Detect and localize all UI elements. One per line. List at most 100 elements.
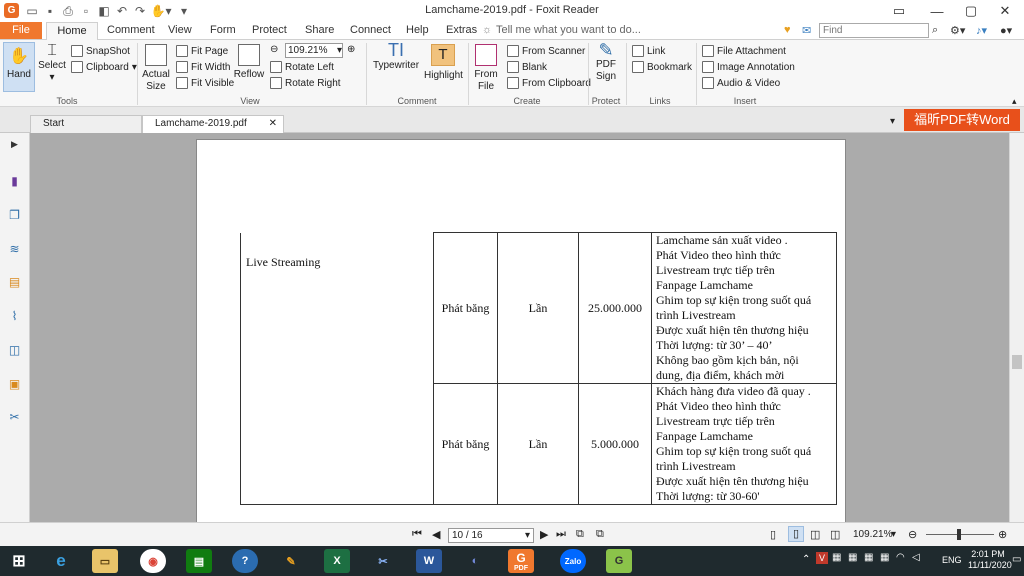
tray-icon[interactable]: ▦ bbox=[848, 552, 857, 563]
document-viewport[interactable]: Live Streaming Phát băng Lần 25.000.000 … bbox=[31, 133, 1009, 522]
zoom-in-icon[interactable]: ⊕ bbox=[998, 528, 1007, 541]
fit-visible-button[interactable]: Fit Visible bbox=[176, 77, 234, 89]
hand-tool-icon[interactable]: ✋▾ bbox=[150, 3, 172, 19]
comments-icon[interactable]: ▤ bbox=[7, 274, 22, 289]
gear-icon[interactable]: ⚙▾ bbox=[950, 24, 965, 37]
tray-icon[interactable]: ▦ bbox=[880, 552, 889, 563]
rotate-left-button[interactable]: Rotate Left bbox=[270, 61, 334, 73]
pdf-sign-button[interactable]: ✎ PDF Sign bbox=[592, 41, 620, 83]
redo-icon[interactable]: ↷ bbox=[132, 3, 148, 19]
print-icon[interactable]: ⎙ bbox=[60, 3, 76, 19]
link-button[interactable]: Link bbox=[632, 45, 665, 57]
typewriter-button[interactable]: TI Typewriter bbox=[372, 41, 420, 72]
app-icon[interactable]: G bbox=[606, 549, 632, 573]
paint-icon[interactable]: ✎ bbox=[278, 549, 304, 573]
highlight-button[interactable]: T Highlight bbox=[424, 44, 463, 82]
find-input[interactable]: Find bbox=[819, 23, 929, 38]
heart-icon[interactable]: ♥ bbox=[784, 24, 791, 36]
tab-comment[interactable]: Comment bbox=[107, 24, 155, 36]
select-button[interactable]: ⌶ Select ▾ bbox=[38, 43, 66, 84]
store-icon[interactable]: ▤ bbox=[186, 549, 212, 573]
attachments-icon[interactable]: ⌇ bbox=[7, 308, 22, 323]
continuous-page-icon[interactable]: ▯ bbox=[788, 526, 804, 542]
search-icon[interactable]: ⌕ bbox=[932, 24, 938, 37]
tray-icon[interactable]: ▦ bbox=[864, 552, 873, 563]
hand-button[interactable]: ✋ Hand bbox=[3, 42, 35, 92]
next-page-icon[interactable]: ▶ bbox=[540, 528, 548, 541]
customize-icon[interactable]: ▾ bbox=[176, 3, 192, 19]
tray-icon[interactable]: ▦ bbox=[832, 552, 841, 563]
tab-start[interactable]: Start bbox=[30, 115, 142, 133]
signatures-icon[interactable]: ◫ bbox=[7, 342, 22, 357]
language-indicator[interactable]: ENG bbox=[942, 555, 962, 565]
tab-help[interactable]: Help bbox=[406, 24, 429, 36]
foxit-logo-icon[interactable]: G bbox=[4, 3, 19, 18]
last-page-icon[interactable]: ⏭ bbox=[556, 528, 566, 541]
convert-to-word-button[interactable]: 福昕PDF转Word bbox=[904, 109, 1020, 131]
zoom-in-icon[interactable]: ⊕ bbox=[347, 44, 355, 55]
from-scanner-button[interactable]: From Scanner bbox=[507, 45, 585, 57]
actual-size-button[interactable]: Actual Size bbox=[141, 44, 171, 93]
user-icon[interactable]: ●▾ bbox=[1000, 24, 1012, 37]
vertical-scrollbar[interactable] bbox=[1009, 133, 1024, 522]
fit-width-button[interactable]: Fit Width bbox=[176, 61, 230, 73]
pdf-icon[interactable]: ◧ bbox=[96, 3, 112, 19]
rotate-right-button[interactable]: Rotate Right bbox=[270, 77, 341, 89]
tab-view[interactable]: View bbox=[168, 24, 192, 36]
ribbon-toggle-icon[interactable]: ▭ bbox=[888, 0, 910, 22]
page-number-input[interactable]: 10 / 16 ▾ bbox=[448, 528, 534, 543]
undo-icon[interactable]: ↶ bbox=[114, 3, 130, 19]
windows-start-icon[interactable]: ⊞ bbox=[6, 549, 32, 573]
facing-page-icon[interactable]: ◫ bbox=[810, 528, 820, 541]
continuous-facing-icon[interactable]: ◫ bbox=[830, 528, 840, 541]
lock-icon[interactable]: ▣ bbox=[7, 376, 22, 391]
open-icon[interactable]: ▭ bbox=[24, 3, 40, 19]
image-annotation-button[interactable]: Image Annotation bbox=[702, 61, 795, 73]
tab-list-icon[interactable]: ▾ bbox=[890, 116, 895, 127]
tray-app-icon[interactable]: V bbox=[816, 552, 828, 564]
scrollbar-thumb[interactable] bbox=[1012, 355, 1022, 369]
zoom-out-icon[interactable]: ⊖ bbox=[270, 44, 278, 55]
show-hidden-icons[interactable]: ⌃ bbox=[802, 554, 810, 565]
tab-connect[interactable]: Connect bbox=[350, 24, 391, 36]
save-icon[interactable]: ▪ bbox=[42, 3, 58, 19]
previous-view-icon[interactable]: ⧉ bbox=[576, 528, 584, 541]
pages-icon[interactable]: ❐ bbox=[7, 207, 22, 222]
tell-me-input[interactable]: Tell me what you want to do... bbox=[496, 24, 641, 36]
close-button[interactable]: ✕ bbox=[988, 0, 1022, 22]
word-icon[interactable]: W bbox=[416, 549, 442, 573]
zoom-slider-handle[interactable] bbox=[957, 529, 961, 540]
file-attachment-button[interactable]: File Attachment bbox=[702, 45, 786, 57]
expand-panel-icon[interactable]: ▶ bbox=[7, 137, 22, 152]
help-icon[interactable]: ? bbox=[232, 549, 258, 573]
tab-extras[interactable]: Extras bbox=[446, 24, 477, 36]
reflow-button[interactable]: Reflow bbox=[233, 44, 265, 81]
new-icon[interactable]: ▫ bbox=[78, 3, 94, 19]
bookmark-button[interactable]: Bookmark bbox=[632, 61, 692, 73]
tab-home[interactable]: Home bbox=[46, 22, 98, 40]
foxit-reader-icon[interactable]: G PDF bbox=[508, 549, 534, 573]
wifi-icon[interactable]: ◠ bbox=[896, 552, 905, 563]
single-page-icon[interactable]: ▯ bbox=[770, 528, 776, 541]
excel-icon[interactable]: X bbox=[324, 549, 350, 573]
minimize-button[interactable]: — bbox=[920, 0, 954, 22]
chrome-icon[interactable]: ◉ bbox=[140, 549, 166, 573]
zoom-out-icon[interactable]: ⊖ bbox=[908, 528, 917, 541]
security-tools-icon[interactable]: ✂ bbox=[7, 409, 22, 424]
previous-page-icon[interactable]: ◀ bbox=[432, 528, 440, 541]
close-tab-icon[interactable]: ✕ bbox=[269, 116, 277, 132]
next-view-icon[interactable]: ⧉ bbox=[596, 528, 604, 541]
audio-video-button[interactable]: Audio & Video bbox=[702, 77, 780, 89]
zalo-icon[interactable]: Zalo bbox=[560, 549, 586, 573]
tab-document[interactable]: Lamchame-2019.pdf ✕ bbox=[142, 115, 284, 133]
bookmarks-icon[interactable]: ▮ bbox=[7, 173, 22, 188]
zoom-dropdown-icon[interactable]: ▾ bbox=[891, 529, 896, 540]
snapshot-button[interactable]: SnapShot bbox=[71, 45, 130, 57]
from-clipboard-button[interactable]: From Clipboard bbox=[507, 77, 591, 89]
tab-protect[interactable]: Protect bbox=[252, 24, 287, 36]
bell-icon[interactable]: ♪▾ bbox=[976, 24, 987, 37]
share-icon[interactable]: ✉ bbox=[802, 24, 811, 37]
file-tab[interactable]: File bbox=[0, 22, 42, 39]
tab-form[interactable]: Form bbox=[210, 24, 236, 36]
clock[interactable]: 2:01 PM 11/11/2020 bbox=[968, 549, 1012, 571]
